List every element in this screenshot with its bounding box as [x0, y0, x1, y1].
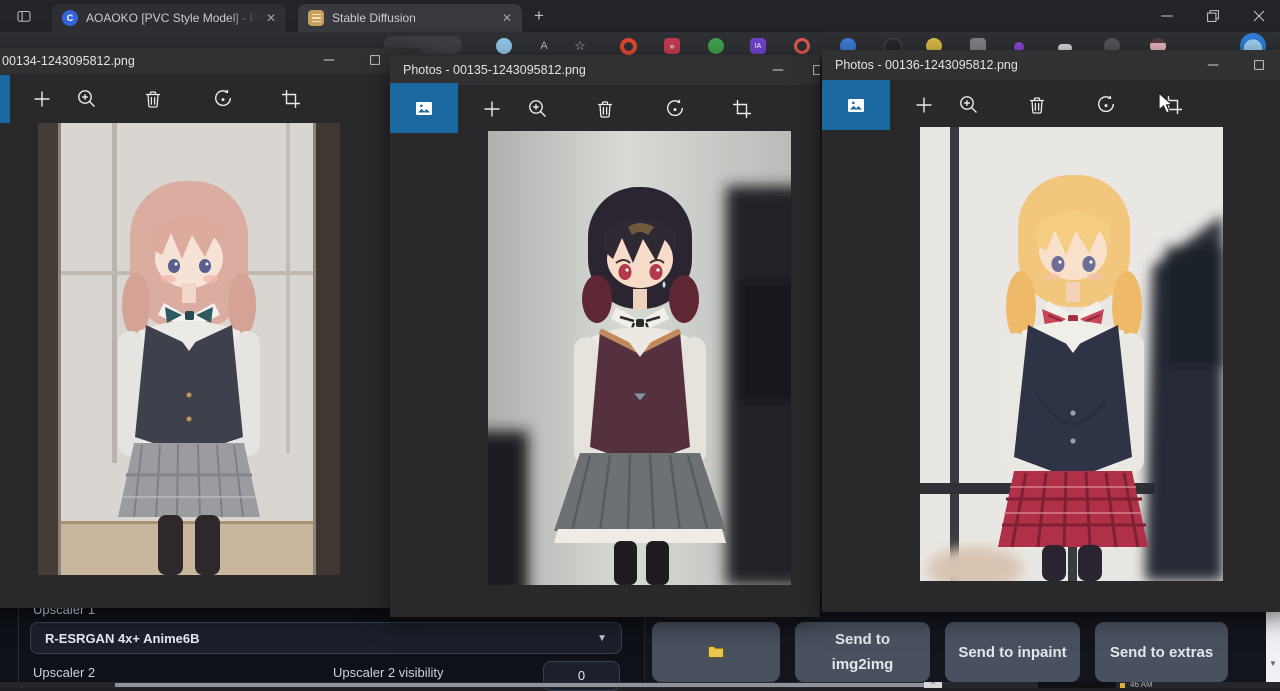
- minimize-button[interactable]: [316, 48, 342, 72]
- tray-alert-icon: [1120, 683, 1125, 688]
- rotate-icon[interactable]: [1094, 93, 1118, 117]
- browser-minimize-button[interactable]: [1150, 0, 1184, 32]
- page-scrollbar[interactable]: ▼: [1266, 610, 1280, 682]
- sd-panel-border: [18, 596, 19, 682]
- rotate-icon[interactable]: [211, 87, 235, 111]
- favorites-star-icon[interactable]: ☆: [572, 38, 588, 54]
- send-to-inpaint-button[interactable]: Send to inpaint: [945, 622, 1080, 682]
- browser-tab-bar: C AOAOKO [PVC Style Model] - PV ✕ Stable…: [0, 0, 1280, 32]
- open-folder-button[interactable]: [652, 622, 780, 682]
- photo-icon: [412, 96, 436, 120]
- add-icon[interactable]: [912, 93, 936, 117]
- stable-diffusion-icon: [308, 10, 324, 26]
- add-icon[interactable]: [480, 97, 504, 121]
- tray-chevron-icon[interactable]: ^: [924, 682, 942, 688]
- photo-image-00135: [488, 131, 791, 585]
- send-to-img2img-button[interactable]: Send to img2img: [795, 622, 930, 682]
- send-to-extras-button[interactable]: Send to extras: [1095, 622, 1228, 682]
- tab-aoaoko[interactable]: C AOAOKO [PVC Style Model] - PV ✕: [52, 4, 286, 32]
- photos-window-00136: Photos - 00136-1243095812.png: [822, 50, 1280, 612]
- window-titlebar[interactable]: Photos - 00135-1243095812.png: [390, 55, 820, 85]
- photo-image-00134: [38, 123, 340, 575]
- zoom-in-icon[interactable]: [957, 93, 981, 117]
- crop-icon[interactable]: [730, 97, 754, 121]
- browser-close-button[interactable]: [1242, 0, 1276, 32]
- folder-icon: [706, 642, 726, 662]
- ext-icon-blue[interactable]: [496, 38, 512, 54]
- upscaler1-dropdown[interactable]: R-ESRGAN 4x+ Anime6B ▼: [30, 622, 622, 654]
- anime-girl-artwork: [38, 123, 340, 575]
- ext-icon-forward[interactable]: »: [664, 38, 680, 54]
- minimize-button[interactable]: [1200, 53, 1226, 77]
- upscaler2-visibility-slider[interactable]: [115, 683, 930, 687]
- new-tab-button[interactable]: +: [534, 8, 544, 24]
- ext-icon-green[interactable]: [708, 38, 724, 54]
- anime-girl-artwork: [488, 131, 791, 585]
- maximize-button[interactable]: [1246, 53, 1272, 77]
- see-all-photos-button[interactable]: [390, 83, 458, 133]
- add-icon[interactable]: [30, 87, 54, 111]
- browser-restore-button[interactable]: [1196, 0, 1230, 32]
- taskbar-clock: 46 AM: [1130, 682, 1153, 688]
- ext-icon-read-aloud[interactable]: A: [536, 38, 552, 54]
- delete-icon[interactable]: [593, 97, 617, 121]
- tab-label: AOAOKO [PVC Style Model] - PV: [86, 11, 258, 25]
- photos-window-00135: Photos - 00135-1243095812.png: [390, 55, 820, 617]
- window-title: Photos - 00135-1243095812.png: [403, 63, 586, 77]
- rotate-icon[interactable]: [663, 97, 687, 121]
- maximize-button[interactable]: [362, 48, 388, 72]
- taskbar: ^ 46 AM: [0, 682, 1280, 688]
- window-titlebar[interactable]: Photos - 00136-1243095812.png: [822, 50, 1280, 80]
- delete-icon[interactable]: [141, 87, 165, 111]
- minimize-button[interactable]: [765, 58, 791, 82]
- tab-close-icon[interactable]: ✕: [266, 12, 276, 24]
- ext-icon-red-ring[interactable]: [794, 38, 810, 54]
- window-title: 00134-1243095812.png: [2, 54, 135, 68]
- upscaler2-visibility-label: Upscaler 2 visibility: [333, 665, 444, 680]
- zoom-in-icon[interactable]: [526, 97, 550, 121]
- upscaler2-label: Upscaler 2: [33, 665, 95, 680]
- tab-label: Stable Diffusion: [332, 11, 494, 25]
- window-title: Photos - 00136-1243095812.png: [835, 58, 1018, 72]
- anime-girl-artwork: [920, 127, 1223, 581]
- chevron-down-icon: ▼: [597, 633, 607, 644]
- mouse-cursor: [1157, 92, 1175, 116]
- see-all-photos-button[interactable]: [822, 80, 890, 130]
- photo-image-00136: [920, 127, 1223, 581]
- tab-actions-icon[interactable]: [14, 7, 34, 25]
- ext-icon-orange-ring[interactable]: [620, 38, 637, 55]
- maximize-button[interactable]: [805, 58, 820, 82]
- tab-stable-diffusion[interactable]: Stable Diffusion ✕: [298, 4, 522, 32]
- ext-icon-ia[interactable]: IA: [750, 38, 766, 54]
- window-titlebar[interactable]: 00134-1243095812.png: [0, 48, 420, 74]
- zoom-in-icon[interactable]: [75, 87, 99, 111]
- tab-close-icon[interactable]: ✕: [502, 12, 512, 24]
- civitai-icon: C: [62, 10, 78, 26]
- system-tray[interactable]: [1038, 682, 1116, 688]
- scroll-down-icon[interactable]: ▼: [1269, 659, 1277, 668]
- crop-icon[interactable]: [279, 87, 303, 111]
- upscaler1-value: R-ESRGAN 4x+ Anime6B: [45, 631, 597, 646]
- photos-window-00134: 00134-1243095812.png: [0, 48, 420, 608]
- delete-icon[interactable]: [1025, 93, 1049, 117]
- see-all-photos-button[interactable]: [0, 75, 10, 123]
- photo-icon: [844, 93, 868, 117]
